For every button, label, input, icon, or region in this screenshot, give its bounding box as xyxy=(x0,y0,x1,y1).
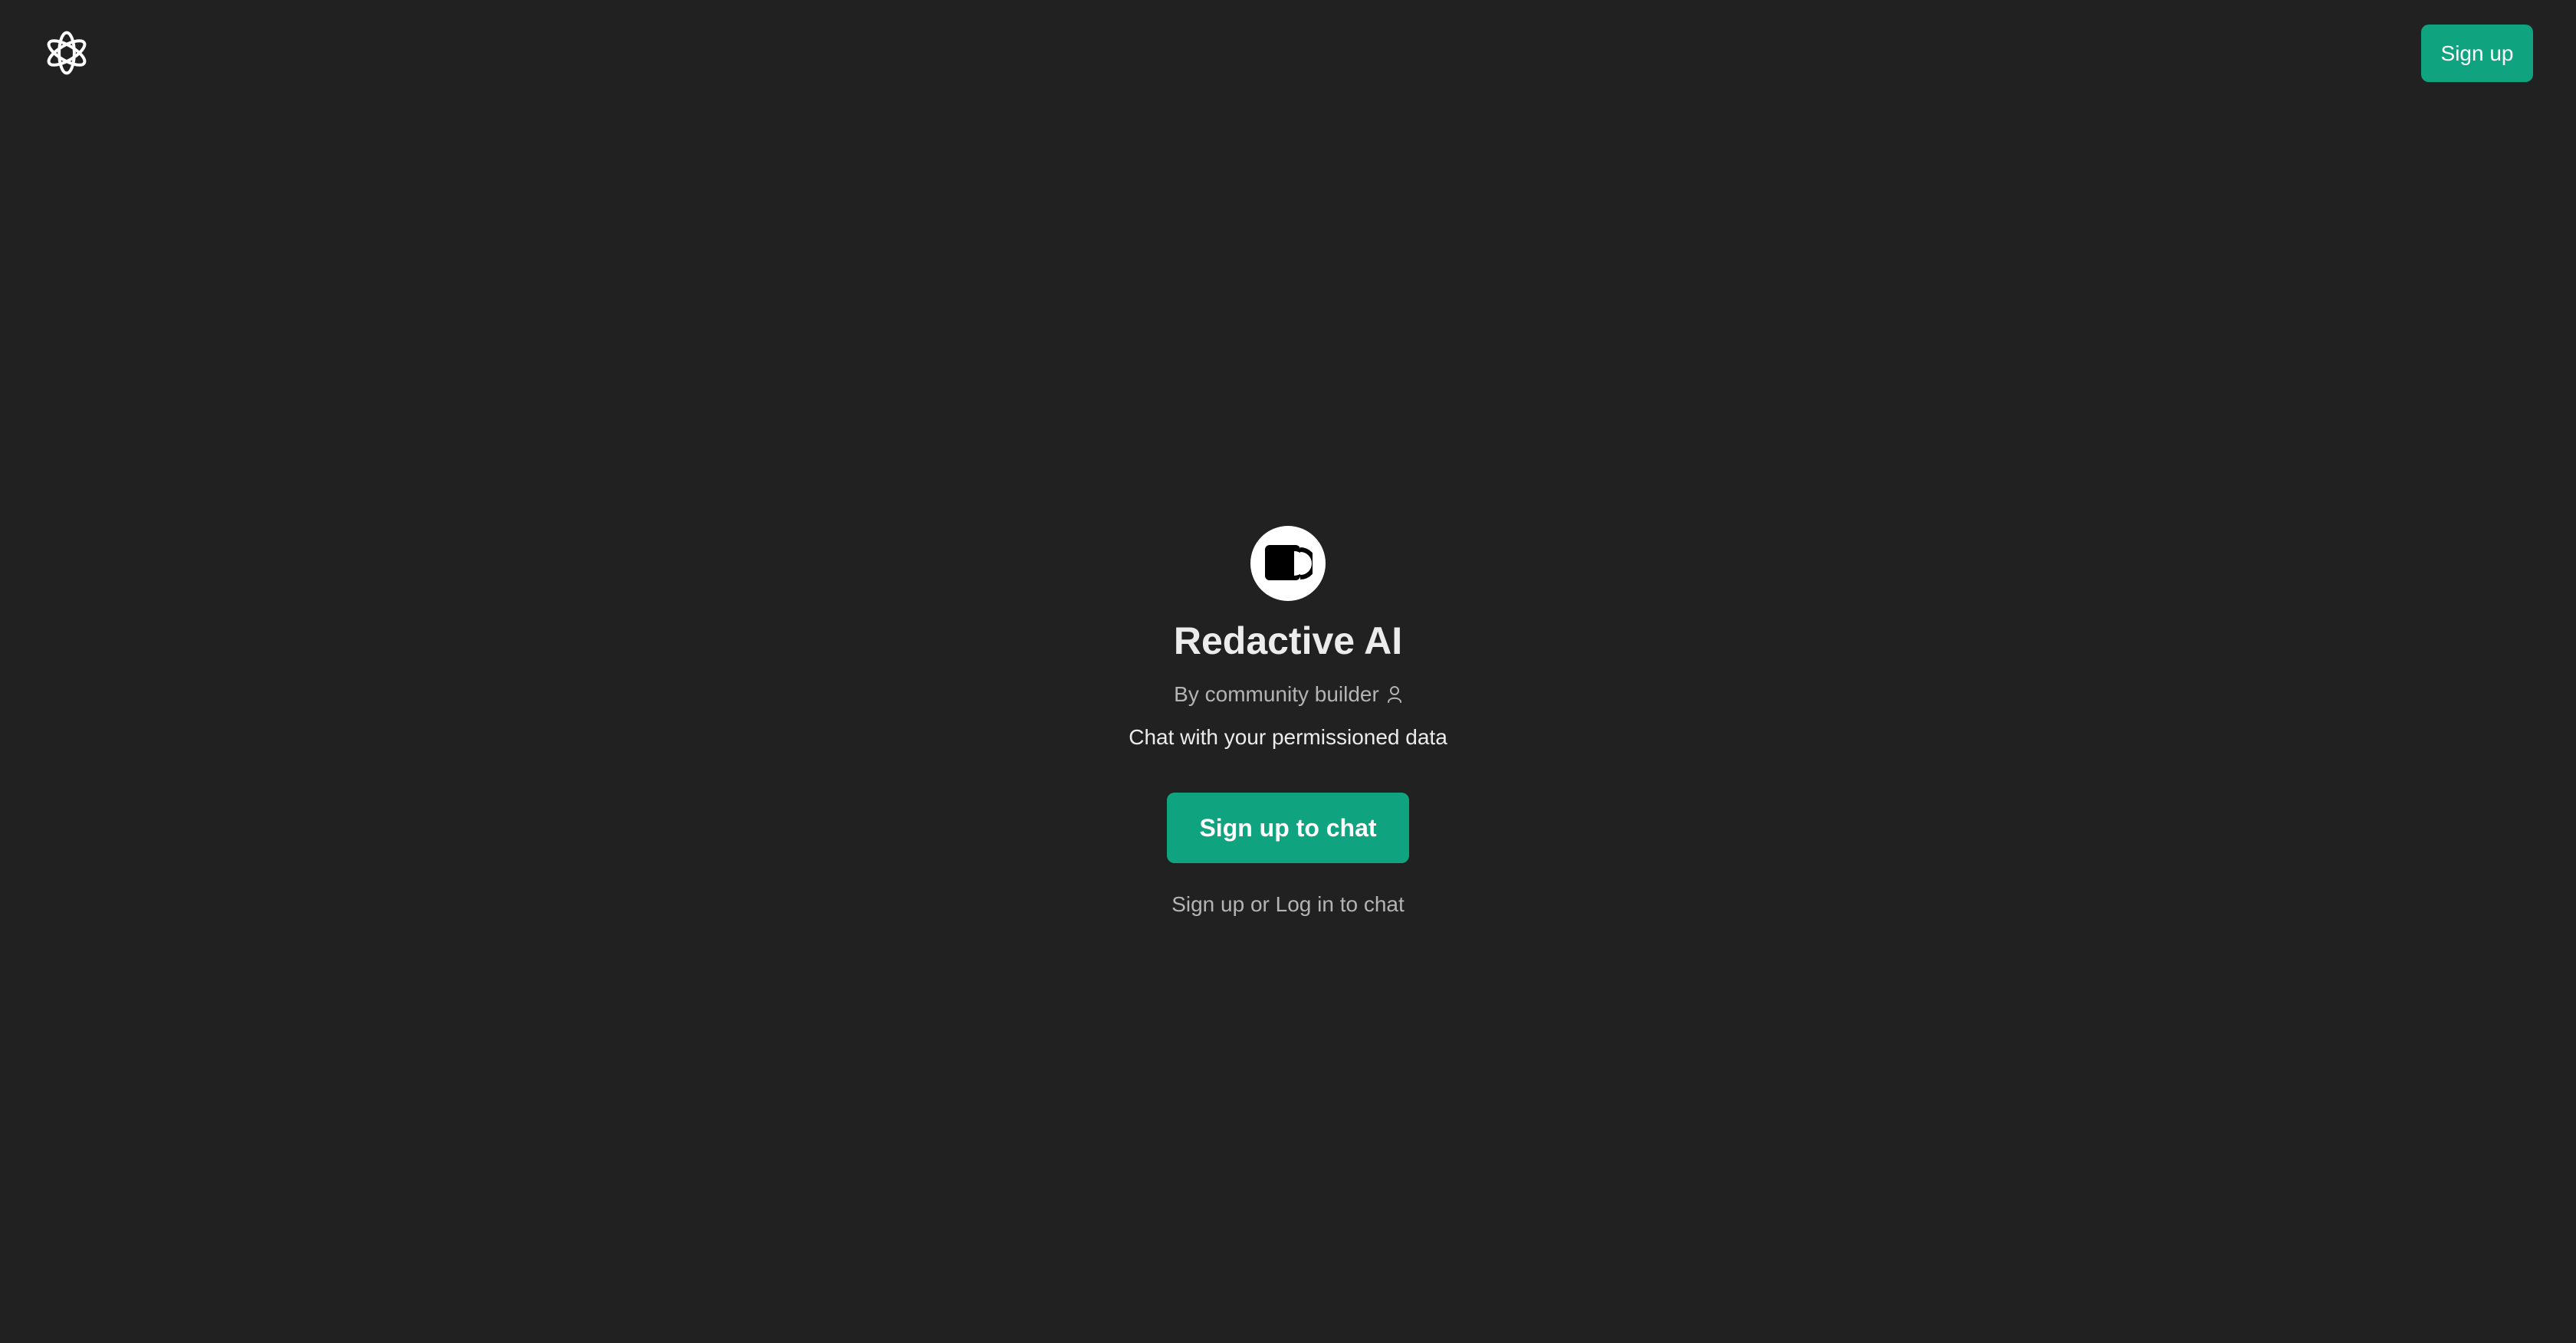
gpt-description: Chat with your permissioned data xyxy=(1129,725,1447,749)
openai-logo-icon[interactable] xyxy=(41,28,92,78)
gpt-title: Redactive AI xyxy=(1173,619,1403,662)
auth-separator: or xyxy=(1250,892,1270,916)
auth-suffix: to chat xyxy=(1339,892,1405,916)
gpt-profile: Redactive AI By community builder Chat w… xyxy=(0,526,2576,918)
gpt-byline: By community builder xyxy=(1174,681,1402,708)
byline-text: By community builder xyxy=(1174,682,1379,706)
auth-links: Sign up or Log in to chat xyxy=(1171,891,1405,918)
gpt-avatar xyxy=(1250,526,1326,601)
user-icon xyxy=(1387,686,1401,703)
signup-link[interactable]: Sign up xyxy=(1171,892,1244,916)
login-link[interactable]: Log in xyxy=(1276,892,1334,916)
signup-to-chat-button[interactable]: Sign up to chat xyxy=(1167,793,1409,863)
signup-button[interactable]: Sign up xyxy=(2421,25,2533,82)
redactive-logo-icon xyxy=(1265,545,1313,580)
top-bar: Sign up xyxy=(0,0,2576,107)
